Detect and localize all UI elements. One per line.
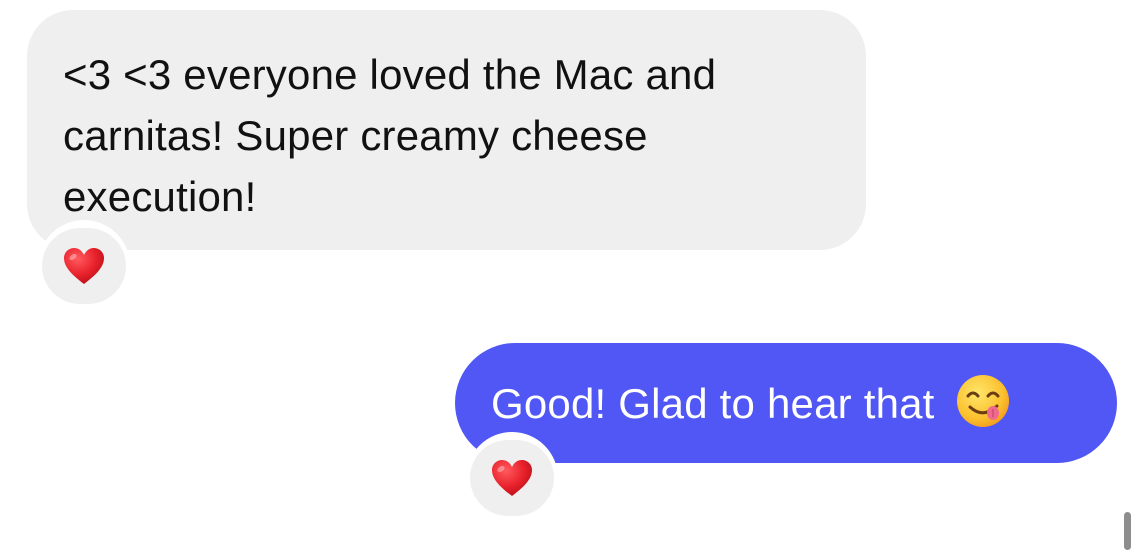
outgoing-message-text: Good! Glad to hear that xyxy=(491,379,935,427)
heart-reaction[interactable] xyxy=(466,432,558,524)
incoming-message-bubble[interactable]: <3 <3 everyone loved the Mac and carnita… xyxy=(27,10,866,250)
outgoing-message-bubble[interactable]: Good! Glad to hear that xyxy=(455,343,1117,463)
scrollbar[interactable] xyxy=(1124,512,1131,550)
yum-face-icon xyxy=(956,375,1009,427)
heart-icon xyxy=(492,460,532,496)
heart-icon xyxy=(64,248,104,284)
heart-reaction[interactable] xyxy=(38,220,130,312)
message-line-1: <3 <3 everyone loved the Mac and xyxy=(63,51,717,98)
message-line-3: execution! xyxy=(63,173,257,220)
message-line-2: carnitas! Super creamy cheese xyxy=(63,112,648,159)
